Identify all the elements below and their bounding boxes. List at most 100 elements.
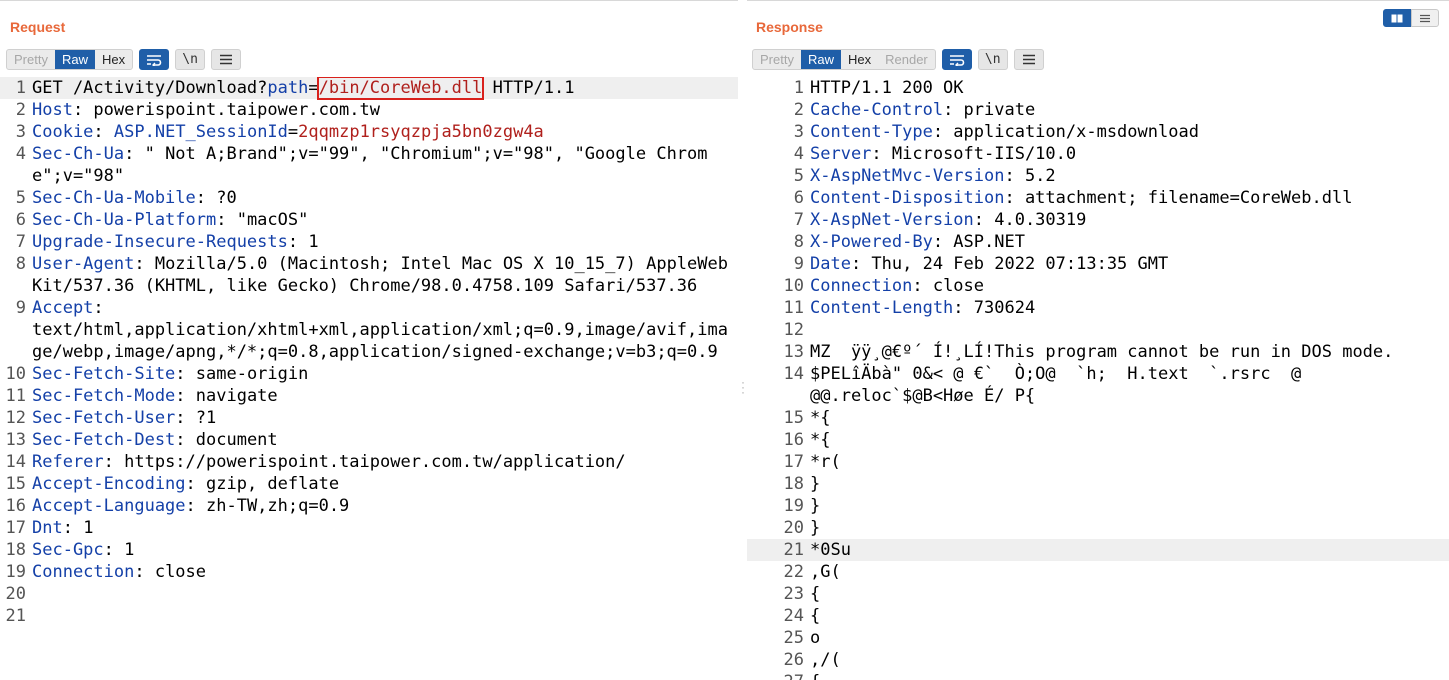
- editor-line[interactable]: 6 Sec-Ch-Ua-Platform: "macOS": [0, 209, 738, 231]
- editor-line[interactable]: 14 $PELîÄbà" 0&< @ €` Ò;O@ `h; H.text `.r…: [747, 363, 1449, 407]
- wrap-lines-icon[interactable]: [941, 49, 972, 70]
- editor-line[interactable]: 2 Host: powerispoint.taipower.com.tw: [0, 99, 738, 121]
- token: : close: [134, 562, 207, 582]
- line-number: 14: [783, 364, 804, 384]
- editor-line[interactable]: 25 o: [747, 627, 1449, 649]
- tab-hex[interactable]: Hex: [841, 50, 878, 69]
- editor-line[interactable]: 11 Sec-Fetch-Mode: navigate: [0, 385, 738, 407]
- editor-line[interactable]: 14 Referer: https://powerispoint.taipower…: [0, 451, 738, 473]
- tab-pretty[interactable]: Pretty: [7, 50, 55, 69]
- editor-line[interactable]: 11 Content-Length: 730624: [747, 297, 1449, 319]
- editor-line[interactable]: 21: [0, 605, 738, 627]
- editor-line[interactable]: 5 Sec-Ch-Ua-Mobile: ?0: [0, 187, 738, 209]
- header-name: Content-Type: [810, 122, 933, 142]
- editor-line[interactable]: 15 Accept-Encoding: gzip, deflate: [0, 473, 738, 495]
- editor-line[interactable]: 24 {: [747, 605, 1449, 627]
- header-name: Connection: [810, 276, 913, 296]
- request-editor[interactable]: 1 GET /Activity/Download?path=/bin/CoreWe…: [0, 77, 738, 680]
- editor-line[interactable]: 7 X-AspNet-Version: 4.0.30319: [747, 209, 1449, 231]
- tab-pretty[interactable]: Pretty: [753, 50, 801, 69]
- token: : ASP.NET: [932, 232, 1025, 252]
- response-pane: Response Pretty Raw Hex Render \n 1 HTTP/…: [747, 0, 1449, 680]
- line-number: 6: [793, 188, 804, 208]
- editor-line[interactable]: 3 Content-Type: application/x-msdownload: [747, 121, 1449, 143]
- line-number: 4: [793, 144, 804, 164]
- request-view-tabs: Pretty Raw Hex: [6, 49, 134, 70]
- editor-line[interactable]: 22 ,G(: [747, 561, 1449, 583]
- token: *{: [810, 430, 831, 450]
- tab-raw[interactable]: Raw: [800, 50, 841, 69]
- editor-line[interactable]: 17 *r(: [747, 451, 1449, 473]
- editor-line[interactable]: 26 ,/(: [747, 649, 1449, 671]
- editor-line[interactable]: 16 *{: [747, 429, 1449, 451]
- editor-line[interactable]: 15 *{: [747, 407, 1449, 429]
- line-number: 10: [783, 276, 804, 296]
- line-number: 7: [793, 210, 804, 230]
- token: MZ ÿÿ¸@€º´ Í!¸LÍ!This program cannot be …: [810, 342, 1394, 362]
- stacked-layout-icon[interactable]: [1411, 9, 1439, 27]
- token: : 1: [62, 518, 94, 538]
- editor-line[interactable]: 18 Sec-Gpc: 1: [0, 539, 738, 561]
- editor-line[interactable]: 5 X-AspNetMvc-Version: 5.2: [747, 165, 1449, 187]
- hamburger-menu-icon[interactable]: [211, 49, 242, 70]
- tab-hex[interactable]: Hex: [95, 50, 132, 69]
- layout-toggle[interactable]: [1383, 9, 1439, 27]
- editor-line[interactable]: 3 Cookie: ASP.NET_SessionId=2qqmzp1rsyqzp…: [0, 121, 738, 143]
- header-name: Upgrade-Insecure-Requests: [32, 232, 288, 252]
- newline-icon[interactable]: \n: [977, 49, 1008, 70]
- tab-render[interactable]: Render: [878, 50, 935, 69]
- line-text: }: [810, 517, 1449, 539]
- line-number: 17: [783, 452, 804, 472]
- editor-line[interactable]: 1 GET /Activity/Download?path=/bin/CoreWe…: [0, 77, 738, 100]
- editor-line[interactable]: 20}: [747, 517, 1449, 539]
- token: : 730624: [953, 298, 1036, 318]
- editor-line[interactable]: 19}: [747, 495, 1449, 517]
- editor-line[interactable]: 12: [747, 319, 1449, 341]
- editor-line[interactable]: 7 Upgrade-Insecure-Requests: 1: [0, 231, 738, 253]
- editor-line[interactable]: 12 Sec-Fetch-User: ?1: [0, 407, 738, 429]
- editor-line[interactable]: 13 Sec-Fetch-Dest: document: [0, 429, 738, 451]
- line-text: Server: Microsoft-IIS/10.0: [810, 143, 1449, 165]
- side-by-side-layout-icon[interactable]: [1383, 9, 1411, 27]
- token: : " Not A;Brand";v="99", "Chromium";v="9…: [32, 144, 708, 186]
- newline-icon[interactable]: \n: [175, 49, 206, 70]
- request-pane: Request Pretty Raw Hex \n 1 GET /Activity…: [0, 0, 738, 680]
- editor-line[interactable]: 8 X-Powered-By: ASP.NET: [747, 231, 1449, 253]
- line-number: 12: [5, 408, 26, 428]
- editor-line[interactable]: 6 Content-Disposition: attachment; filena…: [747, 187, 1449, 209]
- response-editor[interactable]: 1 HTTP/1.1 200 OK 2 Cache-Control: private 3…: [747, 77, 1449, 680]
- editor-line[interactable]: 9 Date: Thu, 24 Feb 2022 07:13:35 GMT: [747, 253, 1449, 275]
- tab-raw[interactable]: Raw: [54, 50, 95, 69]
- header-name: User-Agent: [32, 254, 135, 274]
- line-number: 2: [15, 100, 26, 120]
- line-number: 9: [15, 298, 26, 318]
- editor-line[interactable]: 2 Cache-Control: private: [747, 99, 1449, 121]
- editor-line[interactable]: 10 Connection: close: [747, 275, 1449, 297]
- line-text: {: [810, 583, 1449, 605]
- line-text: *{: [810, 429, 1449, 451]
- editor-line[interactable]: 18}: [747, 473, 1449, 495]
- editor-line[interactable]: 4 Server: Microsoft-IIS/10.0: [747, 143, 1449, 165]
- editor-line[interactable]: 1 HTTP/1.1 200 OK: [747, 77, 1449, 99]
- hamburger-menu-icon[interactable]: [1013, 49, 1044, 70]
- token: : 1: [103, 540, 135, 560]
- editor-line[interactable]: 20: [0, 583, 738, 605]
- editor-line[interactable]: 10 Sec-Fetch-Site: same-origin: [0, 363, 738, 385]
- editor-line[interactable]: 4 Sec-Ch-Ua: " Not A;Brand";v="99", "Chro…: [0, 143, 738, 187]
- editor-line[interactable]: 21 *0Su: [747, 539, 1449, 561]
- wrap-lines-icon[interactable]: [139, 49, 170, 70]
- editor-line[interactable]: 13 MZ ÿÿ¸@€º´ Í!¸LÍ!This program cannot b…: [747, 341, 1449, 363]
- editor-line[interactable]: 17 Dnt: 1: [0, 517, 738, 539]
- editor-line[interactable]: 9 Accept: text/html,application/xhtml+xml…: [0, 297, 738, 363]
- line-text: *0Su: [810, 539, 1449, 561]
- editor-line[interactable]: 16 Accept-Language: zh-TW,zh;q=0.9: [0, 495, 738, 517]
- line-text: [32, 583, 738, 605]
- line-number: 10: [5, 364, 26, 384]
- line-number: 8: [793, 232, 804, 252]
- editor-line[interactable]: 8 User-Agent: Mozilla/5.0 (Macintosh; Int…: [0, 253, 738, 297]
- line-text: Accept-Language: zh-TW,zh;q=0.9: [32, 495, 738, 517]
- editor-line[interactable]: 23 {: [747, 583, 1449, 605]
- pane-divider-handle[interactable]: · · ·: [739, 376, 747, 398]
- line-text: Sec-Fetch-Dest: document: [32, 429, 738, 451]
- editor-line[interactable]: 19 Connection: close: [0, 561, 738, 583]
